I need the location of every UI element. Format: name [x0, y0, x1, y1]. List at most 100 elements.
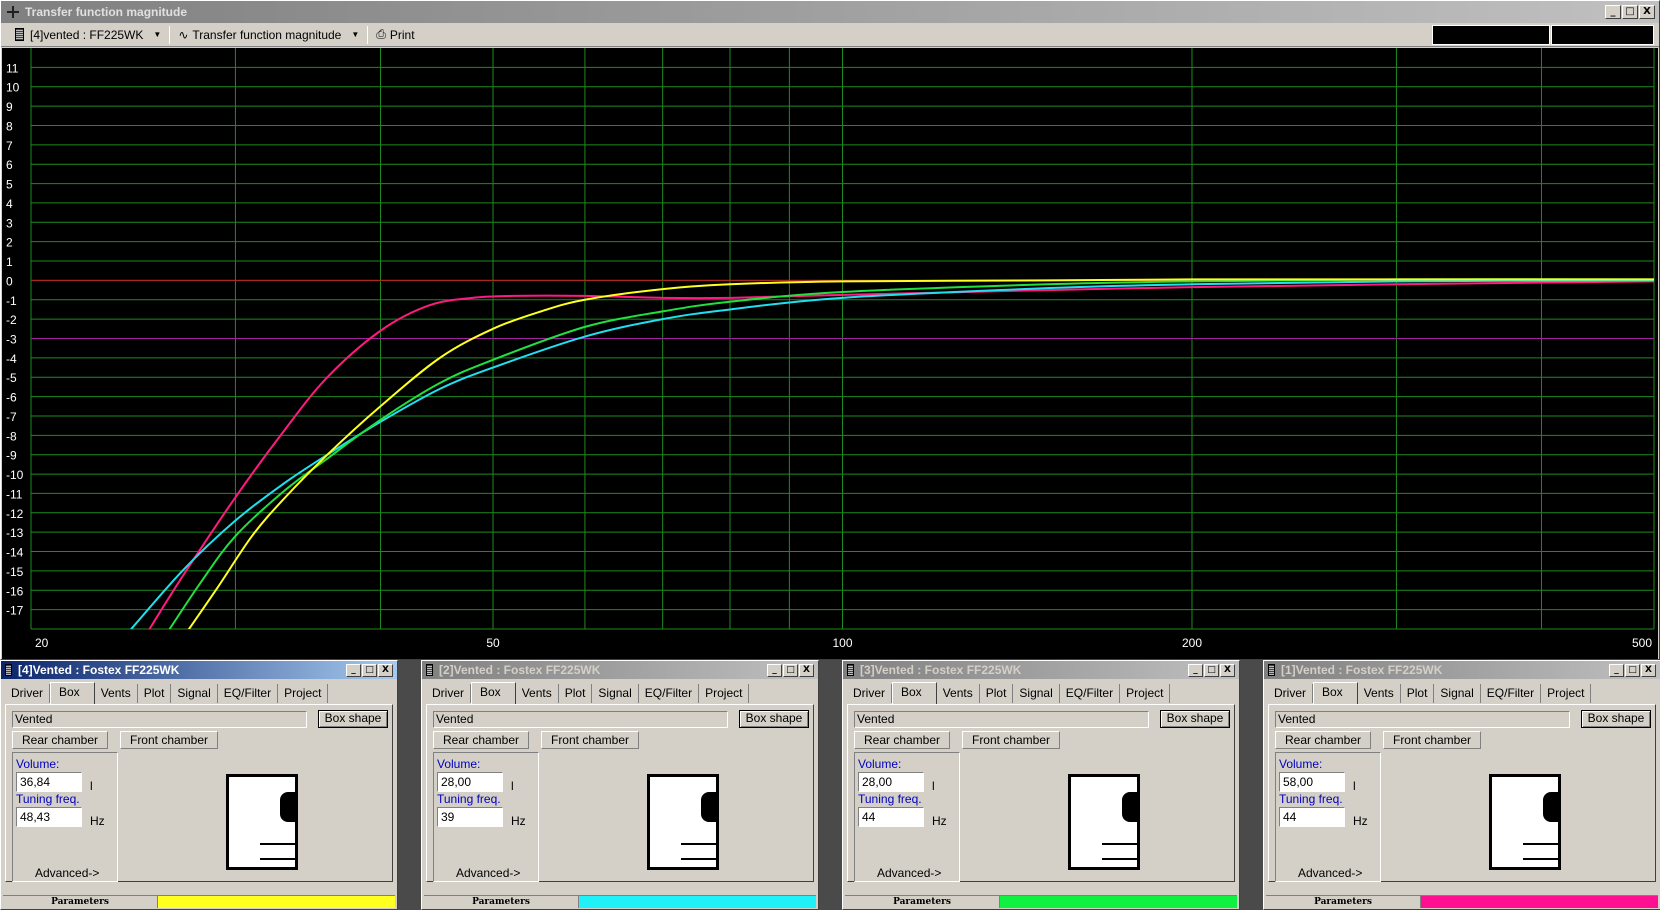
chamber-parameters-group: Volume: 28,00 l Tuning freq. 39 Hz Advan…: [433, 752, 539, 882]
box-shape-button[interactable]: Box shape: [1160, 710, 1230, 728]
tab-vents[interactable]: Vents: [1358, 684, 1401, 703]
tab-project[interactable]: Project: [278, 684, 329, 703]
tab-vents[interactable]: Vents: [95, 684, 138, 703]
y-tick-label: -14: [6, 546, 24, 560]
port-icon: [1102, 858, 1140, 860]
tab-eq-filter[interactable]: EQ/Filter: [1060, 684, 1121, 703]
y-tick-label: 6: [6, 158, 13, 172]
minimize-button[interactable]: _: [1188, 663, 1203, 677]
tab-signal[interactable]: Signal: [592, 684, 639, 703]
maximize-button[interactable]: □: [783, 663, 798, 677]
volume-input[interactable]: 28,00: [437, 772, 503, 792]
tuning-freq-input[interactable]: 48,43: [16, 807, 82, 827]
close-button[interactable]: X: [799, 663, 814, 677]
panel-titlebar[interactable]: [3]Vented : Fostex FF225WK _ □ X: [843, 661, 1239, 679]
maximize-button[interactable]: □: [1625, 663, 1640, 677]
y-tick-label: -15: [6, 565, 24, 579]
tuning-freq-label: Tuning freq.: [858, 792, 922, 806]
tab-project[interactable]: Project: [1120, 684, 1171, 703]
plot-area[interactable]: 11 10 9 8 7 6 5 4 3 2 1 0 -1 -2 -3 -4 -5 -6 -7 -8 -9 -10 -11 -1…: [2, 48, 1658, 659]
tuning-freq-unit: Hz: [511, 814, 526, 828]
tab-plot[interactable]: Plot: [138, 684, 172, 703]
volume-input[interactable]: 28,00: [858, 772, 924, 792]
tab-driver[interactable]: Driver: [847, 684, 892, 703]
rear-chamber-button[interactable]: Rear chamber: [854, 731, 950, 749]
box-tab-content: Vented Box shape Rear chamber Front cham…: [1268, 704, 1656, 882]
panel-title: [4]Vented : Fostex FF225WK: [18, 663, 180, 677]
close-button[interactable]: X: [1220, 663, 1235, 677]
tab-plot[interactable]: Plot: [1401, 684, 1435, 703]
y-tick-label: 3: [6, 216, 13, 230]
transfer-function-chart[interactable]: 11109876543210-1-2-3-4-5-6-7-8-9-10-11-1…: [2, 48, 1658, 659]
volume-unit: l: [1353, 779, 1356, 793]
close-button[interactable]: X: [1641, 663, 1656, 677]
tab-driver[interactable]: Driver: [5, 684, 50, 703]
panel-titlebar[interactable]: [4]Vented : Fostex FF225WK _ □ X: [1, 661, 397, 679]
volume-input[interactable]: 36,84: [16, 772, 82, 792]
panel-titlebar[interactable]: [1]Vented : Fostex FF225WK _ □ X: [1264, 661, 1660, 679]
tab-signal[interactable]: Signal: [1434, 684, 1481, 703]
tab-plot[interactable]: Plot: [559, 684, 593, 703]
tab-box[interactable]: Box: [471, 682, 516, 704]
tuning-freq-input[interactable]: 39: [437, 807, 503, 827]
front-chamber-button[interactable]: Front chamber: [962, 731, 1060, 749]
front-chamber-button[interactable]: Front chamber: [120, 731, 218, 749]
advanced-link[interactable]: Advanced->: [35, 866, 99, 880]
tuning-freq-input[interactable]: 44: [1279, 807, 1345, 827]
tab-eq-filter[interactable]: EQ/Filter: [1481, 684, 1542, 703]
front-chamber-button[interactable]: Front chamber: [1383, 731, 1481, 749]
print-button[interactable]: ⎙ Print: [370, 25, 420, 45]
volume-input[interactable]: 58,00: [1279, 772, 1345, 792]
tab-driver[interactable]: Driver: [426, 684, 471, 703]
tab-plot[interactable]: Plot: [980, 684, 1014, 703]
close-button[interactable]: X: [1639, 5, 1655, 19]
maximize-button[interactable]: □: [1622, 5, 1638, 19]
minimize-button[interactable]: _: [346, 663, 361, 677]
tab-strip: Driver Box Vents Plot Signal EQ/Filter Project: [1, 681, 397, 704]
box-diagram: [226, 774, 298, 870]
rear-chamber-button[interactable]: Rear chamber: [12, 731, 108, 749]
tab-eq-filter[interactable]: EQ/Filter: [639, 684, 700, 703]
box-shape-button[interactable]: Box shape: [318, 710, 388, 728]
y-tick-label: -3: [6, 333, 17, 347]
print-label: Print: [389, 27, 415, 42]
tab-vents[interactable]: Vents: [937, 684, 980, 703]
box-tab-content: Vented Box shape Rear chamber Front cham…: [426, 704, 814, 882]
minimize-button[interactable]: _: [1605, 5, 1621, 19]
y-tick-label: -5: [6, 371, 17, 385]
tab-project[interactable]: Project: [699, 684, 750, 703]
rear-chamber-button[interactable]: Rear chamber: [433, 731, 529, 749]
box-shape-button[interactable]: Box shape: [1581, 710, 1651, 728]
advanced-link[interactable]: Advanced->: [877, 866, 941, 880]
port-icon: [260, 843, 298, 845]
readout-box-2: [1551, 25, 1654, 45]
panel-titlebar[interactable]: [2]Vented : Fostex FF225WK _ □ X: [422, 661, 818, 679]
tab-signal[interactable]: Signal: [1013, 684, 1060, 703]
minimize-button[interactable]: _: [1609, 663, 1624, 677]
advanced-link[interactable]: Advanced->: [456, 866, 520, 880]
tab-box[interactable]: Box: [50, 682, 95, 704]
box-shape-button[interactable]: Box shape: [739, 710, 809, 728]
tab-box[interactable]: Box: [892, 682, 937, 704]
tab-strip: Driver Box Vents Plot Signal EQ/Filter Project: [843, 681, 1239, 704]
tab-signal[interactable]: Signal: [171, 684, 218, 703]
panel-title: [3]Vented : Fostex FF225WK: [860, 663, 1022, 677]
front-chamber-button[interactable]: Front chamber: [541, 731, 639, 749]
advanced-link[interactable]: Advanced->: [1298, 866, 1362, 880]
tab-driver[interactable]: Driver: [1268, 684, 1313, 703]
tuning-freq-input[interactable]: 44: [858, 807, 924, 827]
tab-project[interactable]: Project: [1541, 684, 1592, 703]
plot-type-selector[interactable]: ∿ Transfer function magnitude ▼: [172, 25, 365, 45]
project-selector[interactable]: [4]vented : FF225WK ▼: [9, 25, 167, 45]
tab-vents[interactable]: Vents: [516, 684, 559, 703]
maximize-button[interactable]: □: [362, 663, 377, 677]
parameters-status-label: Parameters: [424, 896, 579, 908]
minimize-button[interactable]: _: [767, 663, 782, 677]
maximize-button[interactable]: □: [1204, 663, 1219, 677]
rear-chamber-button[interactable]: Rear chamber: [1275, 731, 1371, 749]
tab-eq-filter[interactable]: EQ/Filter: [218, 684, 279, 703]
close-button[interactable]: X: [378, 663, 393, 677]
window-titlebar[interactable]: Transfer function magnitude _ □ X: [1, 1, 1659, 23]
panel-statusbar: Parameters: [1266, 895, 1658, 908]
tab-box[interactable]: Box: [1313, 682, 1358, 704]
